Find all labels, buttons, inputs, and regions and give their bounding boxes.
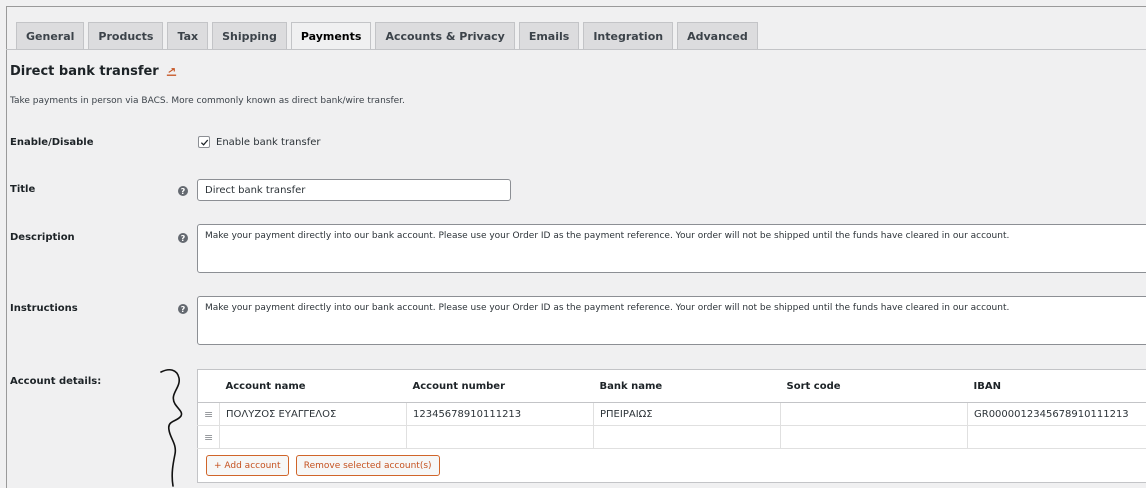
enable-checkbox-label: Enable bank transfer bbox=[216, 136, 321, 148]
table-actions: + Add account Remove selected account(s) bbox=[198, 449, 1146, 483]
account-details-table: Account name Account number Bank name So… bbox=[197, 369, 1146, 483]
enable-label: Enable/Disable bbox=[10, 137, 94, 148]
section-header: Direct bank transfer bbox=[10, 64, 178, 79]
help-icon[interactable]: ? bbox=[178, 304, 188, 314]
account-name-cell[interactable]: ΠΟΛΥΖΟΣ ΕΥΑΓΓΕΛΟΣ bbox=[219, 402, 407, 426]
account-number-cell[interactable] bbox=[406, 425, 594, 449]
add-account-button[interactable]: + Add account bbox=[206, 455, 289, 476]
account-number-cell[interactable]: 12345678910111213 bbox=[406, 402, 594, 426]
title-input[interactable] bbox=[197, 179, 511, 201]
page-title: Direct bank transfer bbox=[10, 64, 159, 79]
checkmark-icon bbox=[200, 139, 208, 146]
account-details-label: Account details: bbox=[10, 376, 102, 387]
table-row[interactable]: ≡ bbox=[197, 425, 1146, 449]
instructions-label: Instructions bbox=[10, 303, 78, 314]
tab-shipping[interactable]: Shipping bbox=[212, 22, 287, 49]
bank-name-cell[interactable]: ΡΠΕΙΡΑΙΩΣ bbox=[593, 402, 781, 426]
drag-handle-icon[interactable]: ≡ bbox=[197, 402, 220, 426]
handwritten-brace-mark bbox=[160, 368, 183, 487]
title-label: Title bbox=[10, 184, 36, 195]
column-header: Account number bbox=[406, 369, 594, 403]
drag-handle-icon[interactable]: ≡ bbox=[197, 425, 220, 449]
help-icon[interactable]: ? bbox=[178, 233, 188, 243]
tab-advanced[interactable]: Advanced bbox=[677, 22, 758, 49]
tab-accounts-privacy[interactable]: Accounts & Privacy bbox=[375, 22, 515, 49]
enable-bank-transfer-option[interactable]: Enable bank transfer bbox=[198, 136, 321, 148]
remove-accounts-button[interactable]: Remove selected account(s) bbox=[295, 455, 440, 476]
instructions-textarea[interactable]: Make your payment directly into our bank… bbox=[197, 296, 1146, 345]
column-header: Bank name bbox=[593, 369, 781, 403]
sort-code-cell[interactable] bbox=[780, 425, 968, 449]
bank-name-cell[interactable] bbox=[593, 425, 781, 449]
tab-payments[interactable]: Payments bbox=[290, 22, 372, 49]
settings-tabs: General Products Tax Shipping Payments A… bbox=[16, 22, 762, 49]
tab-tax[interactable]: Tax bbox=[167, 22, 209, 49]
description-textarea[interactable]: Make your payment directly into our bank… bbox=[197, 224, 1146, 273]
column-header: IBAN bbox=[967, 369, 1146, 403]
tab-integration[interactable]: Integration bbox=[583, 22, 674, 49]
column-header: Account name bbox=[219, 369, 407, 403]
table-actions-row: + Add account Remove selected account(s) bbox=[198, 449, 1146, 483]
help-icon[interactable]: ? bbox=[178, 186, 188, 196]
tab-emails[interactable]: Emails bbox=[518, 22, 580, 49]
return-arrow-icon[interactable] bbox=[165, 65, 178, 78]
column-header: Sort code bbox=[780, 369, 968, 403]
table-row[interactable]: ≡ ΠΟΛΥΖΟΣ ΕΥΑΓΓΕΛΟΣ 12345678910111213 ΡΠ… bbox=[197, 402, 1146, 426]
tab-general[interactable]: General bbox=[16, 22, 85, 49]
sort-code-cell[interactable] bbox=[780, 402, 968, 426]
description-label: Description bbox=[10, 232, 75, 243]
account-name-cell[interactable] bbox=[219, 425, 407, 449]
tabs-divider bbox=[6, 49, 1146, 50]
sort-column-header bbox=[197, 369, 220, 403]
table-header-row: Account name Account number Bank name So… bbox=[197, 369, 1146, 403]
section-description: Take payments in person via BACS. More c… bbox=[10, 96, 405, 106]
tab-products[interactable]: Products bbox=[88, 22, 164, 49]
enable-checkbox[interactable] bbox=[198, 136, 210, 148]
iban-cell[interactable] bbox=[967, 425, 1146, 449]
iban-cell[interactable]: GR0000012345678910111213 bbox=[967, 402, 1146, 426]
